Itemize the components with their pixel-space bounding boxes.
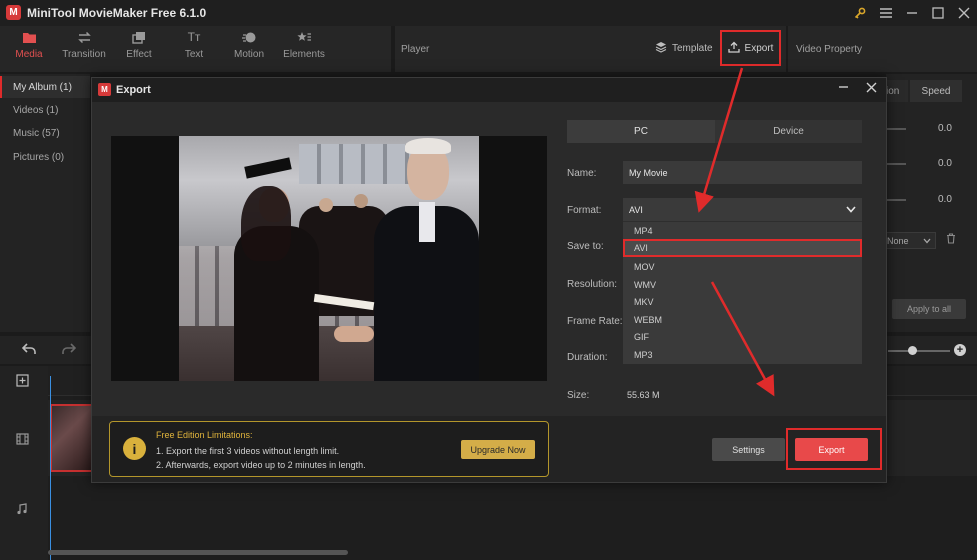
track-header-column	[0, 366, 48, 560]
export-top-button[interactable]: Export	[720, 30, 781, 66]
info-icon: i	[123, 437, 146, 460]
dialog-close-icon[interactable]	[866, 80, 877, 96]
preview-image	[179, 136, 479, 381]
tool-transition[interactable]: Transition	[55, 28, 113, 68]
menu-icon[interactable]	[876, 4, 896, 22]
media-item-pictures[interactable]: Pictures (0)	[0, 146, 90, 168]
property-slider-1[interactable]	[886, 128, 906, 130]
frame-rate-label: Frame Rate:	[567, 316, 623, 327]
media-item-videos[interactable]: Videos (1)	[0, 99, 90, 121]
zoom-slider[interactable]	[888, 350, 950, 352]
property-value-1: 0.0	[938, 123, 952, 134]
format-label: Format:	[567, 205, 602, 216]
format-option-mkv[interactable]: MKV	[623, 293, 862, 311]
tool-motion[interactable]: Motion	[220, 28, 278, 68]
media-item-music[interactable]: Music (57)	[0, 122, 90, 144]
tool-text-label: Text	[184, 49, 204, 60]
media-item-my-album[interactable]: My Album (1)	[0, 76, 90, 98]
dialog-minimize-icon[interactable]	[838, 80, 849, 95]
tool-text[interactable]: Tт Text	[165, 28, 223, 68]
property-slider-2[interactable]	[886, 163, 906, 165]
upload-icon	[727, 41, 740, 56]
format-option-mov[interactable]: MOV	[623, 258, 862, 276]
motion-dropdown-value: None	[887, 235, 909, 246]
film-icon	[16, 433, 29, 448]
export-dialog-title: Export	[116, 84, 151, 96]
format-option-gif[interactable]: GIF	[623, 328, 862, 346]
redo-icon[interactable]	[62, 343, 77, 358]
format-select-value: AVI	[629, 204, 643, 215]
layers-icon	[655, 41, 667, 56]
limitations-line-2: 2. Afterwards, export video up to 2 minu…	[156, 460, 366, 470]
video-property-label: Video Property	[796, 44, 862, 55]
format-select[interactable]: AVI	[623, 198, 862, 221]
zoom-slider-handle[interactable]	[908, 346, 917, 355]
format-option-mp4[interactable]: MP4	[623, 222, 862, 240]
size-value: 55.63 M	[627, 390, 660, 400]
chevron-down-icon	[923, 236, 935, 246]
tool-effect[interactable]: Effect	[110, 28, 168, 68]
music-note-icon	[16, 503, 28, 518]
tool-effect-label: Effect	[126, 49, 152, 60]
transition-icon	[77, 28, 92, 46]
minimize-icon[interactable]	[902, 4, 922, 22]
property-panel	[886, 74, 977, 332]
elements-icon	[296, 28, 312, 46]
chevron-down-icon	[846, 205, 856, 215]
template-label: Template	[672, 43, 713, 54]
property-value-2: 0.0	[938, 158, 952, 169]
format-option-wmv[interactable]: WMV	[623, 276, 862, 294]
tool-transition-label: Transition	[62, 49, 106, 60]
undo-icon[interactable]	[21, 343, 36, 358]
tool-media-label: Media	[15, 49, 43, 60]
settings-button[interactable]: Settings	[712, 438, 785, 461]
duration-label: Duration:	[567, 352, 608, 363]
property-value-3: 0.0	[938, 194, 952, 205]
motion-dropdown[interactable]: None	[886, 232, 936, 249]
effect-icon	[131, 28, 147, 46]
size-label: Size:	[567, 390, 590, 401]
resolution-label: Resolution:	[567, 279, 618, 290]
tool-elements[interactable]: Elements	[275, 28, 333, 68]
export-button[interactable]: Export	[795, 438, 868, 461]
tool-media[interactable]: Media	[0, 28, 58, 68]
template-button[interactable]: Template	[655, 41, 713, 56]
close-icon[interactable]	[954, 4, 974, 22]
format-option-mp3[interactable]: MP3	[623, 346, 862, 364]
playhead[interactable]	[50, 376, 51, 560]
tool-motion-label: Motion	[233, 49, 264, 60]
timeline-video-clip[interactable]	[50, 404, 94, 472]
key-icon[interactable]	[850, 4, 870, 22]
folder-icon	[22, 28, 37, 46]
limitations-title: Free Edition Limitations:	[156, 430, 253, 440]
tab-rotation[interactable]: ion	[886, 80, 908, 102]
trash-icon[interactable]	[946, 233, 956, 247]
format-option-avi[interactable]: AVI	[623, 239, 862, 257]
add-track-icon[interactable]	[16, 374, 29, 390]
player-label: Player	[401, 44, 430, 55]
tab-device[interactable]: Device	[715, 120, 862, 143]
name-input[interactable]: My Movie	[623, 161, 862, 184]
upgrade-now-button[interactable]: Upgrade Now	[461, 440, 535, 459]
name-label: Name:	[567, 168, 597, 179]
tool-elements-label: Elements	[283, 49, 325, 60]
export-top-label: Export	[744, 42, 774, 54]
format-option-webm[interactable]: WEBM	[623, 311, 862, 329]
apply-to-all-button[interactable]: Apply to all	[892, 299, 966, 319]
tab-pc[interactable]: PC	[567, 120, 715, 143]
zoom-in-icon[interactable]: +	[954, 344, 966, 356]
property-slider-3[interactable]	[886, 199, 906, 201]
save-to-label: Save to:	[567, 241, 604, 252]
limitations-line-1: 1. Export the first 3 videos without len…	[156, 446, 340, 456]
app-title: MiniTool MovieMaker Free 6.1.0	[27, 6, 207, 20]
dialog-logo: M	[98, 83, 111, 96]
maximize-icon[interactable]	[928, 4, 948, 22]
tab-speed[interactable]: Speed	[910, 80, 962, 102]
timeline-scrollbar[interactable]	[48, 550, 348, 555]
text-icon: Tт	[187, 30, 201, 44]
app-logo: M	[6, 5, 21, 20]
export-dialog-header	[92, 78, 886, 102]
motion-icon	[241, 28, 257, 46]
